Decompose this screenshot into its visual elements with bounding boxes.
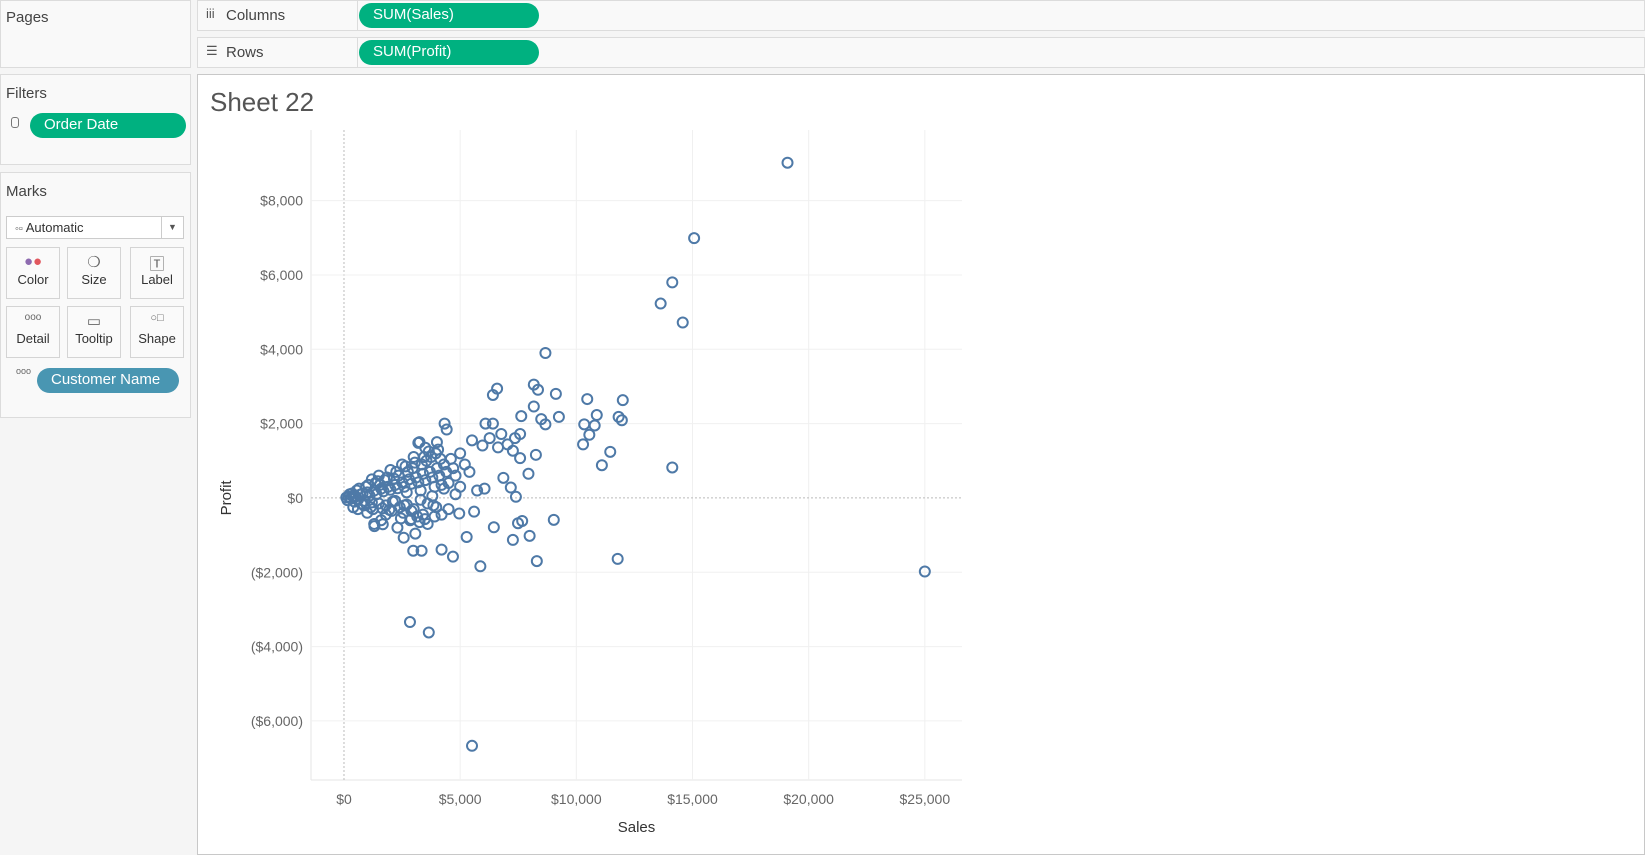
scatter-point[interactable] — [409, 527, 422, 540]
scatter-point[interactable] — [487, 521, 500, 534]
y-tick-label: $4,000 — [260, 341, 303, 357]
x-axis-title: Sales — [618, 819, 656, 836]
y-tick-label: ($4,000) — [251, 639, 303, 655]
scatter-point[interactable] — [391, 521, 404, 534]
scatter-point[interactable] — [396, 458, 409, 471]
scatter-point[interactable] — [497, 471, 510, 484]
scatter-point[interactable] — [604, 445, 617, 458]
scatter-point[interactable] — [435, 543, 448, 556]
y-tick-label: $2,000 — [260, 416, 303, 432]
x-tick-label: $0 — [336, 791, 352, 807]
scatter-point[interactable] — [506, 444, 519, 457]
scatter-point[interactable] — [468, 505, 481, 518]
scatter-point[interactable] — [666, 461, 679, 474]
scatter-point[interactable] — [578, 418, 591, 431]
scatter-point[interactable] — [422, 626, 435, 639]
scatter-point[interactable] — [523, 529, 536, 542]
scatter-point[interactable] — [466, 434, 479, 447]
y-axis-title: Profit — [218, 480, 235, 516]
scatter-point[interactable] — [590, 409, 603, 422]
scatter-point[interactable] — [688, 232, 701, 245]
scatter-point[interactable] — [676, 316, 689, 329]
scatter-point[interactable] — [463, 465, 476, 478]
scatter-point[interactable] — [397, 531, 410, 544]
scatter-point[interactable] — [654, 297, 667, 310]
scatter-point[interactable] — [611, 552, 624, 565]
scatter-point[interactable] — [506, 533, 519, 546]
scatter-point[interactable] — [453, 507, 466, 520]
y-tick-label: $6,000 — [260, 267, 303, 283]
y-tick-label: $0 — [287, 490, 303, 506]
scatter-point[interactable] — [666, 276, 679, 289]
scatter-chart: $0 $5,000 $10,000 $15,000 $20,000 $25,000 $8,0… — [218, 130, 962, 836]
x-tick-label: $25,000 — [900, 791, 951, 807]
x-tick-label: $15,000 — [667, 791, 718, 807]
scatter-point[interactable] — [466, 739, 479, 752]
scatter-point[interactable] — [781, 156, 794, 169]
scatter-point[interactable] — [515, 410, 528, 423]
scatter-point[interactable] — [474, 560, 487, 573]
scatter-point[interactable] — [547, 513, 560, 526]
y-tick-label: ($6,000) — [251, 713, 303, 729]
scatter-point[interactable] — [595, 459, 608, 472]
scatter-point[interactable] — [446, 550, 459, 563]
scatter-point[interactable] — [460, 530, 473, 543]
scatter-point[interactable] — [530, 555, 543, 568]
scatter-point[interactable] — [440, 423, 453, 436]
scatter-point[interactable] — [522, 467, 535, 480]
scatter-point[interactable] — [552, 410, 565, 423]
scatter-point[interactable] — [435, 508, 448, 521]
scatter-point[interactable] — [492, 441, 505, 454]
y-tick-label: $8,000 — [260, 193, 303, 209]
scatter-point[interactable] — [527, 400, 540, 413]
x-tick-label: $10,000 — [551, 791, 602, 807]
scatter-point[interactable] — [403, 616, 416, 629]
scatter-point[interactable] — [581, 393, 594, 406]
y-tick-label: ($2,000) — [251, 564, 303, 580]
scatter-point[interactable] — [577, 438, 590, 451]
scatter-point[interactable] — [529, 448, 542, 461]
scatter-point[interactable] — [495, 428, 508, 441]
x-tick-label: $20,000 — [783, 791, 834, 807]
scatter-point[interactable] — [588, 419, 601, 432]
scatter-point[interactable] — [549, 387, 562, 400]
x-tick-label: $5,000 — [439, 791, 482, 807]
scatter-point[interactable] — [583, 428, 596, 441]
scatter-point[interactable] — [504, 481, 517, 494]
scatter-point[interactable] — [476, 439, 489, 452]
scatter-point[interactable] — [509, 490, 522, 503]
scatter-point[interactable] — [616, 394, 629, 407]
